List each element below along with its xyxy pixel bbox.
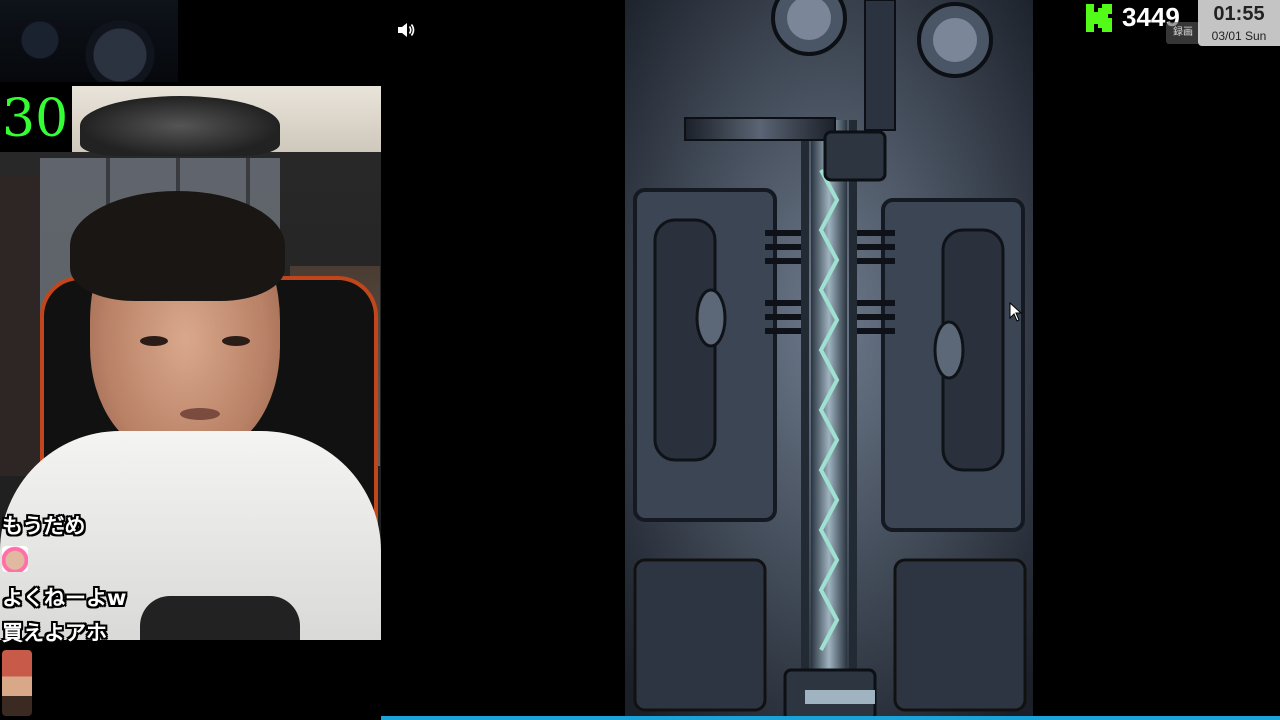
webcam-eye-left (140, 336, 168, 346)
clock-date: 03/01 Sun (1211, 29, 1267, 43)
game-viewport[interactable] (625, 0, 1033, 720)
chat-comment: よくねーよw (2, 586, 127, 610)
chat-avatar-user (2, 650, 32, 716)
webcam-microphone-cover (80, 96, 280, 156)
kick-logo-icon (1086, 4, 1112, 32)
speaker-icon[interactable] (396, 20, 416, 40)
chat-avatar-sticker (2, 546, 28, 572)
webcam-eye-right (222, 336, 250, 346)
countdown-timer: 30 (2, 89, 69, 149)
stream-progress-fill (381, 716, 1280, 720)
game-art-thumbnail (0, 0, 178, 82)
chat-comment: もうだめ (2, 514, 86, 538)
webcam-feed (0, 86, 381, 640)
mouse-cursor-icon (1009, 301, 1023, 322)
clock-time: 01:55 (1213, 3, 1265, 25)
webcam-mouth (180, 408, 220, 420)
webcam-bookshelf (0, 176, 42, 476)
webcam-streamer-hair (70, 191, 285, 301)
recording-status-badge: 録画 (1166, 22, 1200, 44)
webcam-shirt-print (140, 596, 300, 640)
chat-comment: 買えよアホ (2, 621, 107, 645)
